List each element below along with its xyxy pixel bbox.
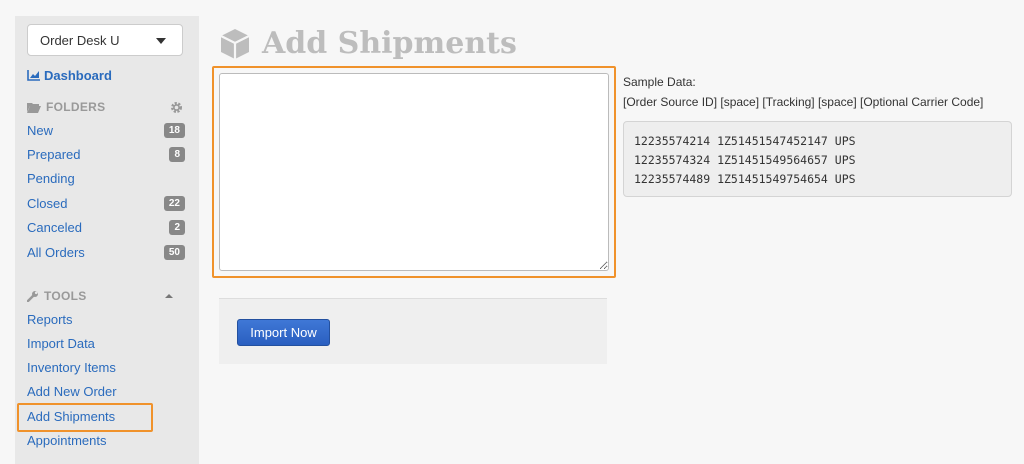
page-title: Add Shipments [218,26,517,61]
folder-label: Canceled [27,220,82,235]
count-badge: 2 [169,220,185,235]
tool-inventory-items[interactable]: Inventory Items [27,360,185,375]
folder-label: All Orders [27,245,85,260]
shipments-input-highlight [212,66,616,278]
tool-label: Appointments [27,433,107,448]
import-now-button[interactable]: Import Now [237,319,330,346]
tool-appointments[interactable]: Appointments [27,433,185,448]
active-item-highlight [17,403,153,432]
folder-label: Closed [27,196,68,211]
folder-label: Prepared [27,147,81,162]
folder-label: New [27,123,54,138]
folder-label: Pending [27,171,75,186]
store-selector-label: Order Desk U [40,33,120,48]
sample-data-box: 12235574214 1Z51451547452147 UPS 1223557… [623,121,1012,197]
sample-line: 12235574489 1Z51451549754654 UPS [634,172,856,186]
folders-heading: FOLDERS [27,100,183,114]
tool-label: Add New Order [27,384,117,399]
folder-all-orders[interactable]: All Orders 50 [27,245,185,260]
tool-label: Inventory Items [27,360,116,375]
tool-label: Import Data [27,336,95,351]
folders-heading-label: FOLDERS [46,100,106,114]
store-selector[interactable]: Order Desk U [27,24,183,56]
tool-import-data[interactable]: Import Data [27,336,185,351]
folder-closed[interactable]: Closed 22 [27,196,185,211]
caret-down-icon [156,38,166,44]
sample-line: 12235574214 1Z51451547452147 UPS [634,134,856,148]
folder-new[interactable]: New 18 [27,123,185,138]
count-badge: 22 [163,196,185,211]
shipments-textarea[interactable] [219,73,609,271]
nav-dashboard-label: Dashboard [44,68,112,83]
tools-heading[interactable]: TOOLS [27,289,183,303]
folder-prepared[interactable]: Prepared 8 [27,147,185,162]
count-badge: 18 [163,123,185,138]
gear-icon[interactable] [170,101,183,114]
folder-canceled[interactable]: Canceled 2 [27,220,185,235]
nav-dashboard[interactable]: Dashboard [27,68,112,83]
sample-line: 12235574324 1Z51451549564657 UPS [634,153,856,167]
tool-add-new-order[interactable]: Add New Order [27,384,185,399]
page-title-text: Add Shipments [262,26,517,61]
tool-label: Reports [27,312,73,327]
import-panel: Import Now [219,298,607,364]
sidebar: Order Desk U Dashboard FOLDERS New 18 Pre… [15,16,199,464]
sample-data-format: [Order Source ID] [space] [Tracking] [sp… [623,95,984,109]
cube-icon [220,28,250,59]
count-badge: 50 [163,245,185,260]
chart-icon [27,70,40,81]
chevron-up-icon[interactable] [165,293,173,299]
tools-heading-label: TOOLS [44,289,87,303]
count-badge: 8 [169,147,185,162]
folder-pending[interactable]: Pending [27,171,185,186]
tool-reports[interactable]: Reports [27,312,185,327]
folder-open-icon [27,102,41,113]
wrench-icon [27,291,38,302]
sample-data-title: Sample Data: [623,75,696,89]
